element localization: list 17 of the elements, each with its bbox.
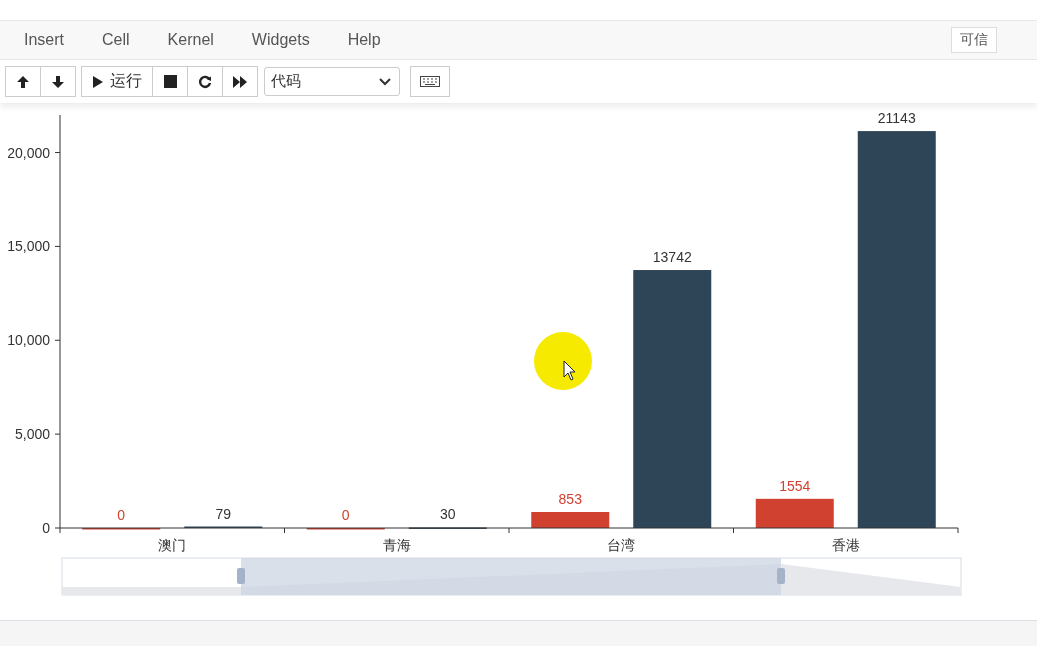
data-label: 0 [117,507,126,523]
category-label: 澳门 [158,537,187,553]
data-label: 853 [558,491,582,507]
y-tick-label: 0 [42,520,50,536]
category-label: 青海 [382,537,411,553]
data-label: 21143 [877,110,916,127]
data-label: 13742 [652,249,692,266]
data-label: 1554 [779,477,811,494]
y-tick-label: 15,000 [7,238,50,255]
category-label: 香港 [831,537,860,553]
y-tick-label: 5,000 [14,426,50,443]
y-tick-label: 10,000 [7,332,50,349]
category-label: 台湾 [607,537,636,553]
data-label: 0 [341,507,350,523]
y-tick-label: 20,000 [7,144,50,161]
data-label: 79 [215,505,232,522]
data-label: 30 [439,506,456,523]
